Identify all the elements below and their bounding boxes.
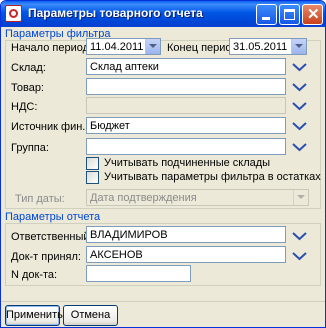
product-field[interactable] bbox=[86, 78, 286, 95]
use-filter-in-balances-checkbox[interactable] bbox=[86, 171, 99, 184]
minimize-icon bbox=[262, 17, 270, 20]
apply-button[interactable]: Применить bbox=[5, 305, 63, 326]
group-label: Группа: bbox=[11, 142, 49, 154]
vat-select-chevron-icon[interactable] bbox=[291, 100, 308, 112]
vat-field[interactable] bbox=[86, 97, 286, 114]
maximize-icon bbox=[284, 9, 295, 20]
period-start-picker[interactable]: 11.04.2011 bbox=[86, 38, 161, 55]
doc-number-label: N док-та: bbox=[11, 269, 58, 281]
app-icon bbox=[5, 5, 22, 22]
close-button[interactable]: ✕ bbox=[302, 4, 323, 25]
include-sub-warehouses-checkbox[interactable] bbox=[86, 157, 99, 170]
group-select-chevron-icon[interactable] bbox=[291, 141, 308, 153]
maximize-button[interactable] bbox=[279, 4, 300, 25]
responsible-label: Ответственный: bbox=[11, 231, 93, 243]
warehouse-select-chevron-icon[interactable] bbox=[291, 61, 308, 73]
period-end-picker[interactable]: 31.05.2011 bbox=[229, 38, 307, 55]
doc-received-field[interactable]: АКСЕНОВ bbox=[86, 246, 286, 263]
vat-label: НДС: bbox=[11, 101, 38, 113]
warehouse-label: Склад: bbox=[11, 62, 46, 74]
dialog-window: Параметры товарного отчета ✕ Параметры ф… bbox=[0, 0, 326, 328]
date-type-value: Дата подтверждения bbox=[90, 192, 197, 204]
period-start-value: 11.04.2011 bbox=[90, 41, 144, 53]
button-bar-divider bbox=[1, 301, 325, 302]
finance-source-field[interactable]: Бюджет bbox=[86, 117, 286, 134]
responsible-select-chevron-icon[interactable] bbox=[291, 230, 308, 242]
responsible-field[interactable]: ВЛАДИМИРОВ bbox=[86, 226, 286, 243]
doc-number-field[interactable] bbox=[86, 265, 191, 282]
period-end-value: 31.05.2011 bbox=[233, 41, 288, 53]
product-label: Товар: bbox=[11, 82, 44, 94]
minimize-button[interactable] bbox=[256, 4, 277, 25]
period-start-dropdown-icon[interactable] bbox=[145, 39, 160, 54]
use-filter-in-balances-label[interactable]: Учитывать параметры фильтра в остатках bbox=[104, 171, 321, 183]
warehouse-field[interactable]: Склад аптеки bbox=[86, 58, 286, 75]
date-type-dropdown-icon[interactable] bbox=[293, 190, 308, 205]
finance-source-select-chevron-icon[interactable] bbox=[291, 120, 308, 132]
group-field[interactable] bbox=[86, 138, 286, 155]
period-end-dropdown-icon[interactable] bbox=[291, 39, 306, 54]
product-select-chevron-icon[interactable] bbox=[291, 81, 308, 93]
close-icon: ✕ bbox=[307, 6, 320, 23]
date-type-label: Тип даты: bbox=[15, 193, 65, 205]
report-section-title: Параметры отчета bbox=[5, 211, 321, 224]
finance-source-label: Источник фин.: bbox=[11, 121, 89, 133]
date-type-select[interactable]: Дата подтверждения bbox=[86, 189, 309, 206]
title-bar[interactable]: Параметры товарного отчета ✕ bbox=[1, 1, 325, 27]
doc-received-label: Док-т принял: bbox=[11, 251, 81, 263]
doc-received-select-chevron-icon[interactable] bbox=[291, 250, 308, 262]
include-sub-warehouses-label[interactable]: Учитывать подчиненные склады bbox=[104, 157, 270, 169]
cancel-button[interactable]: Отмена bbox=[63, 305, 118, 326]
window-title: Параметры товарного отчета bbox=[28, 6, 203, 20]
